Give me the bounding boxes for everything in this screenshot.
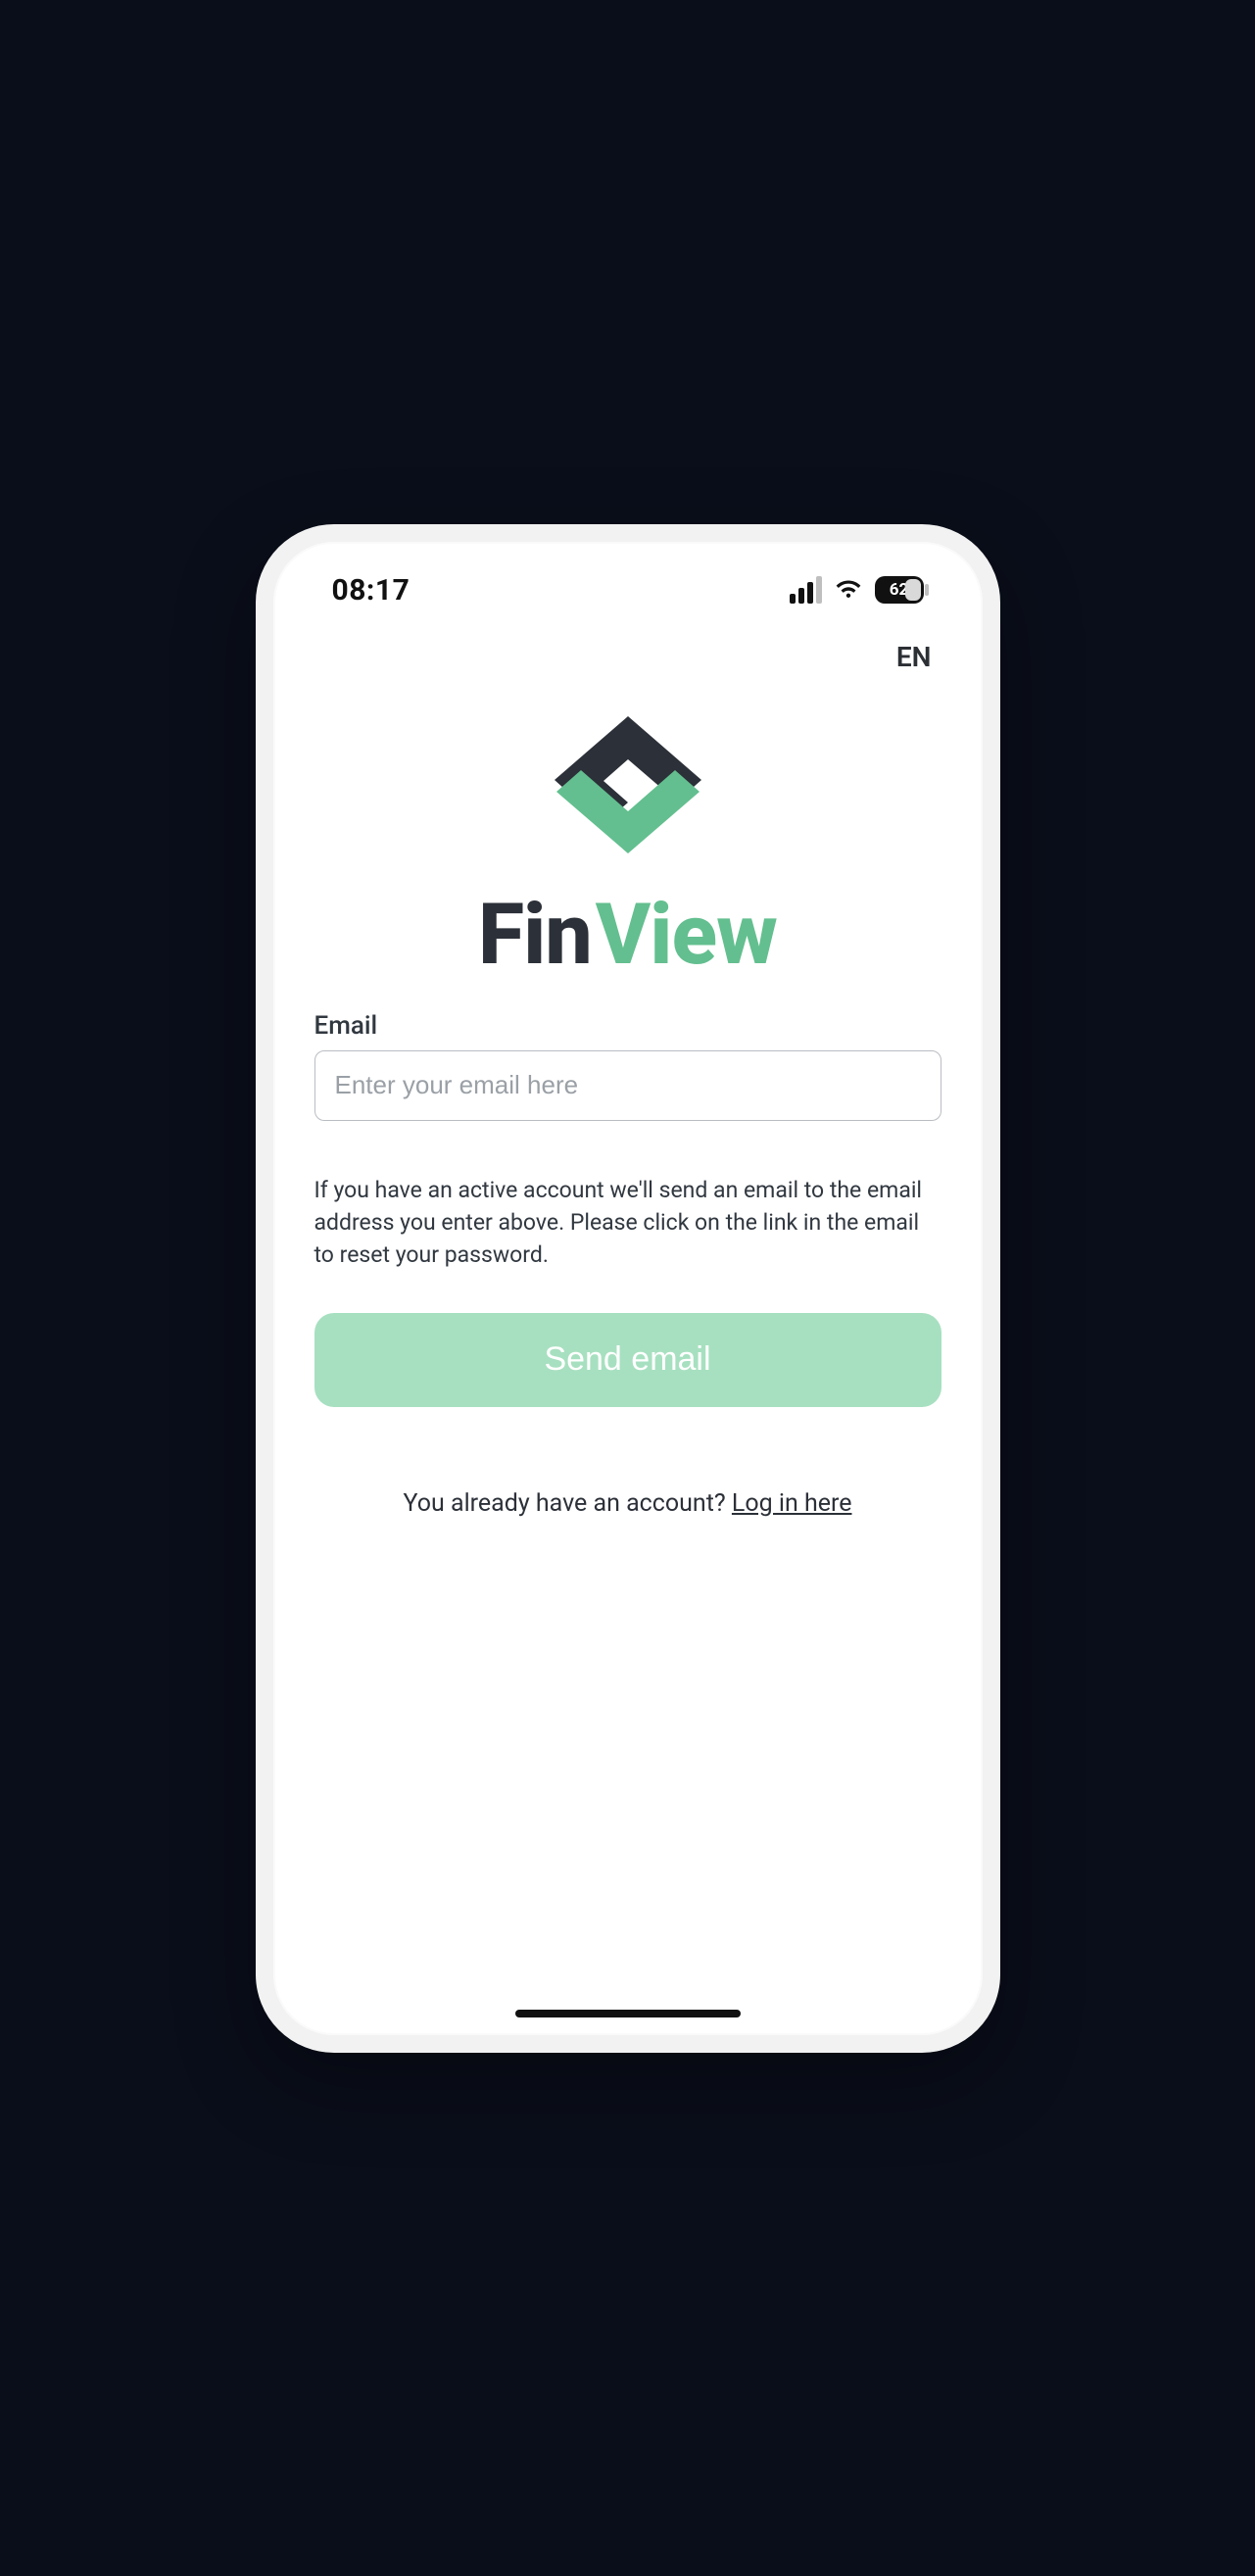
brand-block: FinView — [314, 706, 941, 984]
status-right: 62 — [790, 576, 924, 604]
status-bar: 08:17 62 — [314, 569, 941, 608]
brand-name-part1: Fin — [478, 885, 592, 984]
brand-name-part2: View — [596, 885, 777, 984]
email-field[interactable] — [314, 1050, 941, 1121]
login-alt-prompt: You already have an account? — [404, 1489, 732, 1518]
brand-logo-icon — [535, 706, 721, 863]
send-email-button[interactable]: Send email — [314, 1313, 941, 1407]
language-selector[interactable]: EN — [896, 641, 932, 673]
home-indicator[interactable] — [515, 2010, 741, 2017]
phone-frame: 08:17 62 — [256, 524, 1000, 2053]
battery-icon: 62 — [875, 576, 924, 604]
login-alt-row: You already have an account? Log in here — [314, 1489, 941, 1518]
reset-form: Email If you have an active account we'l… — [314, 1011, 941, 1518]
brand-name: FinView — [478, 885, 777, 984]
status-time: 08:17 — [332, 573, 410, 608]
cellular-signal-icon — [790, 576, 822, 604]
wifi-icon — [834, 578, 863, 602]
screen: 08:17 62 — [273, 542, 983, 2035]
language-row: EN — [314, 641, 941, 673]
login-link[interactable]: Log in here — [732, 1489, 852, 1518]
info-text: If you have an active account we'll send… — [314, 1174, 941, 1272]
email-label: Email — [314, 1011, 941, 1041]
